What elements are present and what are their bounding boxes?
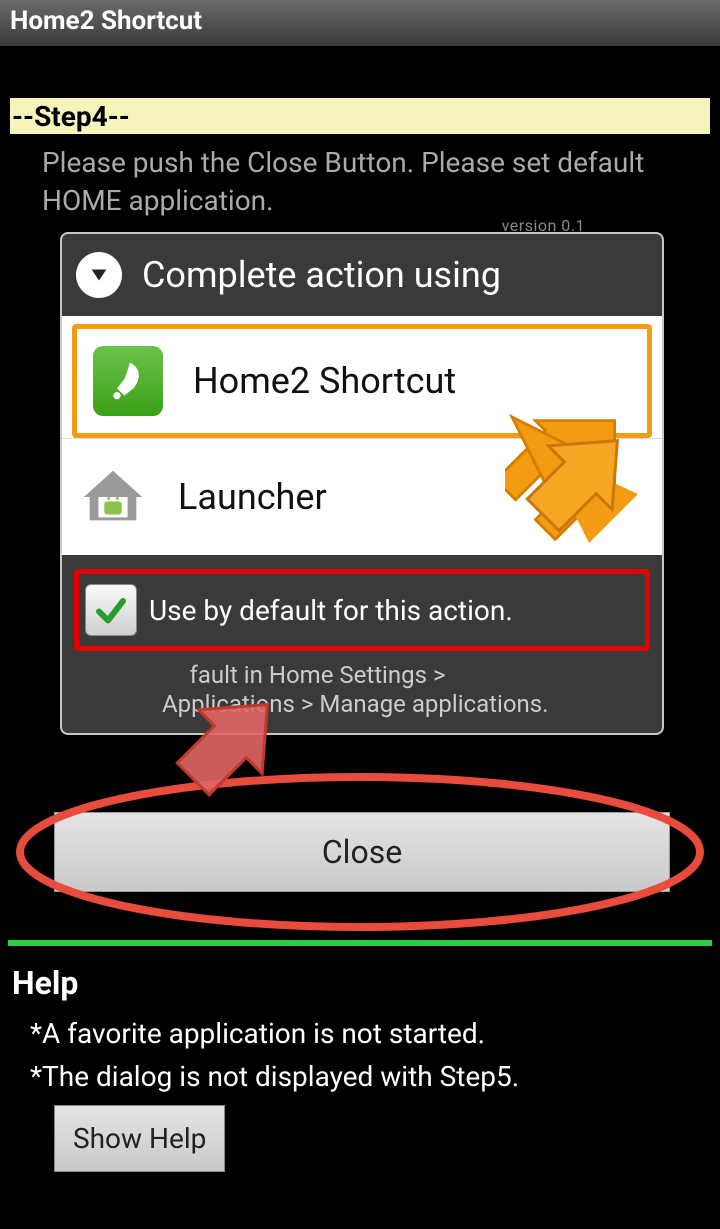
option-label: Launcher	[178, 476, 327, 518]
help-line-2: *The dialog is not displayed with Step5.	[30, 1055, 519, 1098]
step-label: --Step4--	[12, 100, 130, 133]
default-label: Use by default for this action.	[149, 594, 513, 627]
help-line-1: *A favorite application is not started.	[30, 1012, 519, 1055]
dialog-title: Complete action using	[142, 254, 501, 296]
default-highlight-box: Use by default for this action.	[74, 569, 650, 651]
show-help-button[interactable]: Show Help	[54, 1105, 225, 1172]
default-checkbox[interactable]	[85, 584, 137, 636]
step-banner: --Step4--	[10, 98, 710, 134]
step-instruction: Please push the Close Button. Please set…	[42, 144, 700, 220]
close-button-label: Close	[322, 833, 402, 871]
rocket-icon	[93, 346, 163, 416]
app-title: Home2 Shortcut	[10, 6, 202, 36]
default-row: Use by default for this action.	[62, 555, 662, 655]
red-arrow-icon	[150, 672, 300, 822]
close-button[interactable]: Close	[54, 812, 670, 892]
show-help-label: Show Help	[73, 1122, 206, 1155]
section-divider	[8, 940, 712, 946]
option-label: Home2 Shortcut	[193, 360, 456, 402]
dropdown-circle-icon	[76, 252, 122, 298]
title-bar: Home2 Shortcut	[0, 0, 720, 46]
house-android-icon	[78, 462, 148, 532]
help-heading: Help	[12, 964, 78, 1002]
dialog-header: Complete action using	[62, 234, 662, 316]
orange-arrow-icon	[500, 408, 650, 558]
help-text: *A favorite application is not started. …	[30, 1012, 519, 1099]
